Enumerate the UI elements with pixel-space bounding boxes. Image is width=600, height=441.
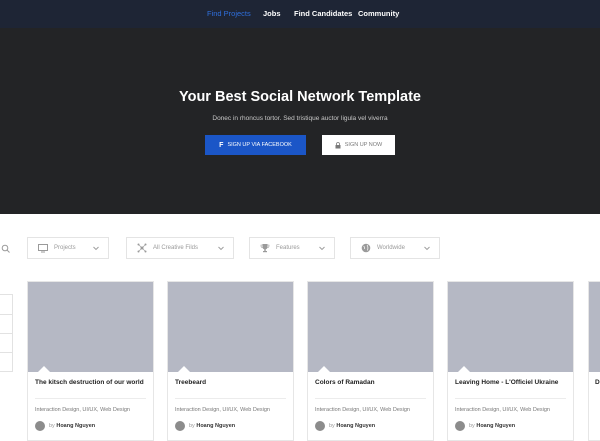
card-divider	[175, 398, 286, 399]
project-thumbnail[interactable]	[168, 282, 293, 372]
filter-creative-fields-label: All Creative Filds	[153, 245, 199, 251]
filter-features-label: Features	[276, 245, 300, 251]
author-by: by	[189, 423, 195, 429]
nav-jobs[interactable]: Jobs	[263, 9, 281, 18]
chevron-down-icon	[319, 246, 325, 251]
nav-find-candidates[interactable]: Find Candidates	[294, 9, 352, 18]
trophy-icon	[260, 243, 270, 253]
facebook-icon: f	[219, 141, 224, 149]
filter-features[interactable]: Features	[249, 237, 335, 259]
top-nav: Find Projects Jobs Find Candidates Commu…	[0, 0, 600, 28]
filter-projects-label: Projects	[54, 245, 76, 251]
project-thumbnail[interactable]	[589, 282, 600, 372]
filter-worldwide[interactable]: Worldwide	[350, 237, 440, 259]
thumbnail-notch	[178, 366, 190, 372]
project-thumbnail[interactable]	[28, 282, 153, 372]
thumbnail-notch	[38, 366, 50, 372]
project-card[interactable]: D	[588, 281, 600, 441]
filter-worldwide-label: Worldwide	[377, 245, 405, 251]
project-thumbnail[interactable]	[308, 282, 433, 372]
network-icon	[137, 243, 147, 253]
project-thumbnail[interactable]	[448, 282, 573, 372]
card-divider	[35, 398, 146, 399]
project-tags: Interaction Design, UI/UX, Web Design	[315, 407, 410, 413]
author-by: by	[329, 423, 335, 429]
project-card[interactable]: Colors of Ramadan Interaction Design, UI…	[307, 281, 434, 441]
author-by: by	[49, 423, 55, 429]
hero-title: Your Best Social Network Template	[179, 89, 421, 105]
side-panel-divider	[0, 352, 13, 353]
filter-creative-fields[interactable]: All Creative Filds	[126, 237, 234, 259]
author-by: by	[469, 423, 475, 429]
project-tags: Interaction Design, UI/UX, Web Design	[175, 407, 270, 413]
signup-now-button[interactable]: SIGN UP NOW	[322, 135, 395, 155]
filter-projects[interactable]: Projects	[27, 237, 109, 259]
project-tags: Interaction Design, UI/UX, Web Design	[35, 407, 130, 413]
avatar[interactable]	[35, 421, 45, 431]
card-divider	[315, 398, 426, 399]
project-title[interactable]: Leaving Home - L'Officiel Ukraine	[455, 379, 558, 386]
project-card[interactable]: Treebeard Interaction Design, UI/UX, Web…	[167, 281, 294, 441]
chevron-down-icon	[93, 246, 99, 251]
globe-icon	[361, 243, 371, 253]
avatar[interactable]	[315, 421, 325, 431]
monitor-icon	[38, 243, 48, 253]
project-author: by Hoang Nguyen	[189, 423, 235, 429]
side-panel-divider	[0, 314, 13, 315]
signup-now-label: SIGN UP NOW	[344, 142, 383, 148]
avatar[interactable]	[175, 421, 185, 431]
signup-facebook-button[interactable]: f SIGN UP VIA FACEBOOK	[205, 135, 306, 155]
chevron-down-icon	[218, 246, 224, 251]
nav-community[interactable]: Community	[358, 9, 399, 18]
project-title[interactable]: Colors of Ramadan	[315, 379, 375, 386]
search-icon[interactable]	[1, 244, 11, 254]
signup-facebook-label: SIGN UP VIA FACEBOOK	[227, 142, 292, 148]
project-author: by Hoang Nguyen	[469, 423, 515, 429]
author-name[interactable]: Hoang Nguyen	[196, 423, 235, 429]
nav-find-projects[interactable]: Find Projects	[207, 9, 251, 18]
author-name[interactable]: Hoang Nguyen	[476, 423, 515, 429]
side-panel-divider	[0, 333, 13, 334]
project-card[interactable]: Leaving Home - L'Officiel Ukraine Intera…	[447, 281, 574, 441]
project-title[interactable]: Treebeard	[175, 379, 206, 386]
card-divider	[455, 398, 566, 399]
thumbnail-notch	[458, 366, 470, 372]
thumbnail-notch	[318, 366, 330, 372]
project-author: by Hoang Nguyen	[329, 423, 375, 429]
author-name[interactable]: Hoang Nguyen	[56, 423, 95, 429]
project-card[interactable]: The kitsch destruction of our world Inte…	[27, 281, 154, 441]
project-title[interactable]: D	[595, 379, 600, 386]
chevron-down-icon	[424, 246, 430, 251]
avatar[interactable]	[455, 421, 465, 431]
project-title[interactable]: The kitsch destruction of our world	[35, 379, 144, 386]
hero-subtitle: Donec in rhoncus tortor. Sed tristique a…	[212, 115, 388, 122]
project-author: by Hoang Nguyen	[49, 423, 95, 429]
hero-section: Your Best Social Network Template Donec …	[0, 28, 600, 214]
author-name[interactable]: Hoang Nguyen	[336, 423, 375, 429]
project-tags: Interaction Design, UI/UX, Web Design	[455, 407, 550, 413]
lock-icon	[335, 141, 341, 148]
